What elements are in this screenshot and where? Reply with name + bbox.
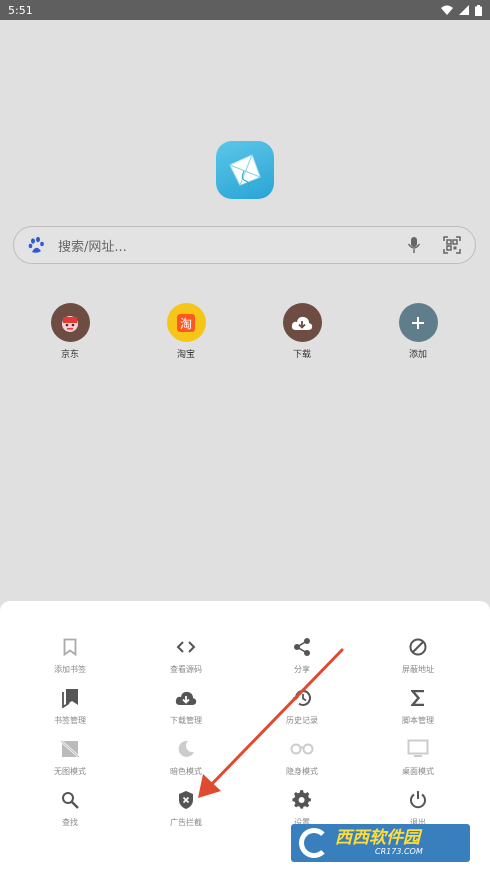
microphone-icon[interactable] (403, 234, 425, 256)
watermark-c-icon (299, 828, 329, 858)
menu-label: 书签管理 (54, 716, 86, 725)
menu-dark-mode[interactable]: 暗色模式 (141, 737, 231, 777)
plus-icon[interactable] (398, 303, 438, 342)
menu-label: 脚本管理 (402, 716, 434, 725)
menu-history[interactable]: 历史记录 (257, 686, 347, 726)
watermark-text: 西西软件园 CR173.COM (335, 829, 423, 857)
menu-label: 无图模式 (54, 767, 86, 776)
shortcut-label: 淘宝 (176, 350, 195, 360)
moon-icon (174, 737, 198, 761)
search-icon (58, 788, 82, 812)
desktop-icon (406, 737, 430, 761)
search-input[interactable]: 搜索/网址... (58, 236, 403, 255)
shortcut-add[interactable]: 添加 (383, 303, 453, 360)
menu-bookmark-manager[interactable]: 书签管理 (25, 686, 115, 726)
cellular-signal-icon (459, 5, 469, 15)
menu-exit[interactable]: 退出 (373, 788, 463, 828)
menu-label: 查找 (62, 818, 78, 827)
status-bar: 5:51 (0, 0, 490, 20)
menu-label: 下载管理 (170, 716, 202, 725)
code-icon (174, 635, 198, 659)
cloud-download-icon (174, 686, 198, 710)
menu-label: 隐身模式 (286, 767, 318, 776)
app-logo (216, 141, 274, 199)
menu-view-source[interactable]: 查看源码 (141, 635, 231, 675)
shortcut-label: 添加 (408, 350, 427, 360)
sigma-icon (406, 686, 430, 710)
share-icon (290, 635, 314, 659)
menu-share[interactable]: 分享 (257, 635, 347, 675)
shortcut-jd[interactable]: 京东 (35, 303, 105, 360)
battery-icon (475, 4, 482, 16)
menu-no-image-mode[interactable]: 无图模式 (25, 737, 115, 777)
menu-script-manager[interactable]: 脚本管理 (373, 686, 463, 726)
taobao-icon[interactable]: 淘 (166, 303, 206, 342)
watermark-main-text: 西西软件园 (335, 828, 420, 848)
menu-label: 广告拦截 (170, 818, 202, 827)
bookmark-outline-icon (58, 635, 82, 659)
menu-settings[interactable]: 设置 (257, 788, 347, 828)
history-icon (290, 686, 314, 710)
kite-icon (229, 154, 261, 188)
baidu-paw-icon[interactable] (26, 234, 48, 256)
menu-label: 历史记录 (286, 716, 318, 725)
search-bar[interactable]: 搜索/网址... (13, 226, 476, 264)
incognito-icon (290, 737, 314, 761)
no-image-icon (58, 737, 82, 761)
menu-label: 桌面模式 (402, 767, 434, 776)
cloud-download-icon[interactable] (282, 303, 322, 342)
gear-icon (290, 788, 314, 812)
status-icons (441, 4, 482, 16)
jd-icon[interactable] (50, 303, 90, 342)
menu-label: 暗色模式 (170, 767, 202, 776)
shortcut-label: 京东 (60, 350, 79, 360)
power-icon (406, 788, 430, 812)
shield-block-icon (174, 788, 198, 812)
menu-label: 添加书签 (54, 665, 86, 674)
menu-label: 屏蔽地址 (402, 665, 434, 674)
bookmarks-icon (58, 686, 82, 710)
menu-label: 分享 (294, 665, 310, 674)
menu-incognito-mode[interactable]: 隐身模式 (257, 737, 347, 777)
shortcut-label: 下载 (292, 350, 311, 360)
menu-label: 查看源码 (170, 665, 202, 674)
shortcut-taobao[interactable]: 淘 淘宝 (151, 303, 221, 360)
watermark-logo: 西西软件园 CR173.COM (291, 824, 470, 862)
shortcut-download[interactable]: 下载 (267, 303, 337, 360)
status-time: 5:51 (8, 3, 33, 17)
menu-desktop-mode[interactable]: 桌面模式 (373, 737, 463, 777)
watermark-sub-text: CR173.COM (375, 847, 423, 856)
menu-ad-block[interactable]: 广告拦截 (141, 788, 231, 828)
wifi-icon (441, 5, 453, 15)
block-icon (406, 635, 430, 659)
menu-find[interactable]: 查找 (25, 788, 115, 828)
menu-download-manager[interactable]: 下载管理 (141, 686, 231, 726)
menu-block-address[interactable]: 屏蔽地址 (373, 635, 463, 675)
svg-text:淘: 淘 (180, 317, 192, 331)
menu-add-bookmark[interactable]: 添加书签 (25, 635, 115, 675)
qr-scan-icon[interactable] (441, 234, 463, 256)
